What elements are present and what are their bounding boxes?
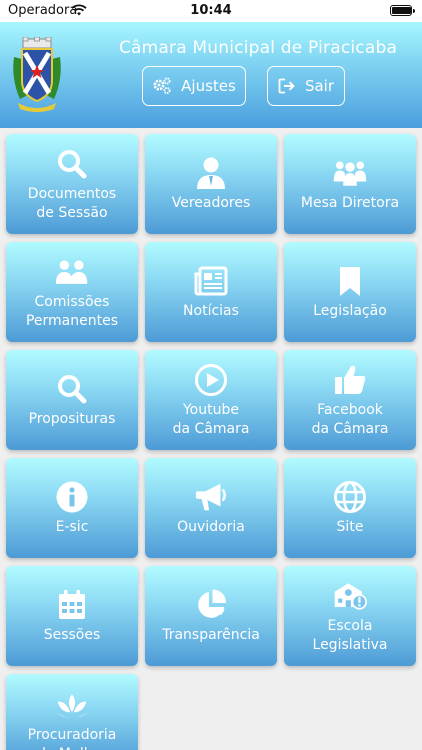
menu-tile-proposituras[interactable]: Proposituras (6, 350, 138, 450)
battery-icon (390, 5, 415, 16)
calendar-icon (55, 588, 89, 622)
newspaper-icon (194, 264, 228, 298)
menu-tile-youtube[interactable]: Youtube da Câmara (145, 350, 277, 450)
menu-tile-sessoes[interactable]: Sessões (6, 566, 138, 666)
menu-tile-mesa-diretora[interactable]: Mesa Diretora (284, 134, 416, 234)
clock: 10:44 (190, 3, 232, 18)
menu-tile-label: Sessões (43, 626, 101, 643)
menu-tile-label: Escola Legislativa (312, 618, 388, 653)
logout-label: Sair (304, 77, 335, 95)
menu-tile-vereadores[interactable]: Vereadores (145, 134, 277, 234)
menu-tile-esic[interactable]: E-sic (6, 458, 138, 558)
menu-tile-noticias[interactable]: Notícias (145, 242, 277, 342)
menu-tile-label: Transparência (162, 626, 260, 643)
menu-tile-ouvidoria[interactable]: Ouvidoria (145, 458, 277, 558)
menu-tile-label: Facebook da Câmara (311, 402, 389, 437)
app-screen: Operadora 10:44 Câmara Municipal de Pira… (0, 0, 422, 750)
menu-tile-label: Proposituras (28, 410, 116, 427)
menu-tile-label: E-sic (55, 518, 89, 535)
menu-tile-procuradoria[interactable]: Procuradoria da Mulher (6, 674, 138, 750)
lotus-icon (55, 690, 89, 722)
school-icon (333, 579, 367, 613)
menu-tile-label: Notícias (183, 302, 239, 319)
pie-chart-icon (194, 588, 228, 622)
menu-tile-label: Mesa Diretora (300, 194, 400, 211)
city-crest-logo (13, 37, 61, 112)
megaphone-icon (194, 480, 228, 514)
settings-label: Ajustes (181, 77, 236, 95)
logout-button[interactable]: Sair (267, 66, 345, 106)
menu-tile-label: Ouvidoria (177, 518, 245, 535)
group-icon (333, 156, 367, 190)
app-header: Câmara Municipal de Piracicaba Ajustes S… (0, 22, 422, 128)
menu-tile-comissoes[interactable]: Comissões Permanentes (6, 242, 138, 342)
users-icon (55, 255, 89, 289)
menu-tile-transparencia[interactable]: Transparência (145, 566, 277, 666)
bookmark-icon (333, 264, 367, 298)
play-icon (194, 363, 228, 397)
globe-icon (333, 480, 367, 514)
menu-tile-label: Legislação (313, 302, 387, 319)
menu-tile-label: Youtube da Câmara (172, 402, 250, 437)
app-title: Câmara Municipal de Piracicaba (118, 38, 398, 58)
menu-tile-legislacao[interactable]: Legislação (284, 242, 416, 342)
menu-tile-escola[interactable]: Escola Legislativa (284, 566, 416, 666)
info-icon (55, 480, 89, 514)
menu-tile-label: Vereadores (171, 194, 251, 211)
person-icon (194, 156, 228, 190)
search-icon (55, 372, 89, 406)
thumbs-up-icon (333, 363, 367, 397)
menu-tile-label: Comissões Permanentes (25, 294, 119, 329)
menu-tile-documentos[interactable]: Documentos de Sessão (6, 134, 138, 234)
menu-tile-site[interactable]: Site (284, 458, 416, 558)
menu-tile-label: Documentos de Sessão (27, 186, 117, 221)
menu-tile-label: Site (336, 518, 364, 535)
search-icon (55, 147, 89, 181)
status-bar: Operadora 10:44 (0, 0, 422, 22)
menu-tile-facebook[interactable]: Facebook da Câmara (284, 350, 416, 450)
menu-tile-label: Procuradoria da Mulher (27, 727, 117, 750)
settings-button[interactable]: Ajustes (142, 66, 246, 106)
gears-icon (153, 77, 171, 94)
logout-icon (278, 78, 295, 94)
